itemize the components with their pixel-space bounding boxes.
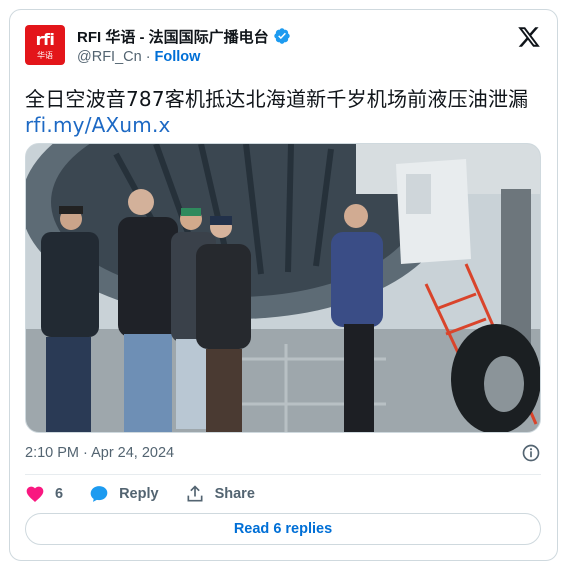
reply-bubble-icon <box>90 486 108 502</box>
timestamp-row: 2:10 PM · Apr 24, 2024 <box>25 444 541 464</box>
heart-icon <box>26 486 44 502</box>
likes-count: 6 <box>55 486 64 502</box>
share-label: Share <box>214 486 255 502</box>
handle-separator: · <box>145 49 151 65</box>
avatar[interactable]: rfi 华语 <box>25 25 65 65</box>
share-button[interactable]: Share <box>185 484 255 504</box>
tweet-timestamp[interactable]: 2:10 PM · Apr 24, 2024 <box>25 445 174 461</box>
verified-badge-icon <box>273 28 290 44</box>
follow-button[interactable]: Follow <box>155 49 201 65</box>
tweet-link[interactable]: rfi.my/AXum.x <box>25 112 545 138</box>
action-bar: 6 Reply Share <box>25 482 281 506</box>
tweet-header: rfi 华语 RFI 华语 - 法国国际广播电台 @RFI_Cn · Follo… <box>25 25 545 69</box>
info-icon[interactable] <box>521 443 541 463</box>
read-replies-label: Read 6 replies <box>233 521 333 537</box>
read-replies-button[interactable]: Read 6 replies <box>25 513 541 545</box>
like-button[interactable]: 6 <box>25 484 63 504</box>
x-logo-icon[interactable] <box>517 25 541 49</box>
divider <box>25 474 541 475</box>
reply-label: Reply <box>119 486 159 502</box>
tweet-text: 全日空波音787客机抵达北海道新千岁机场前液压油泄漏 <box>25 87 529 111</box>
avatar-logo-subtext: 华语 <box>37 51 53 60</box>
display-name[interactable]: RFI 华语 - 法国国际广播电台 <box>77 26 269 47</box>
reply-button[interactable]: Reply <box>89 484 159 504</box>
author-info: RFI 华语 - 法国国际广播电台 @RFI_Cn · Follow <box>77 26 291 67</box>
tweet-media[interactable] <box>25 143 541 433</box>
tweet-body: 全日空波音787客机抵达北海道新千岁机场前液压油泄漏 rfi.my/AXum.x <box>25 86 545 138</box>
media-photo <box>26 144 540 432</box>
share-icon <box>187 485 203 502</box>
avatar-logo: rfi <box>35 30 55 49</box>
author-handle[interactable]: @RFI_Cn <box>77 49 142 65</box>
